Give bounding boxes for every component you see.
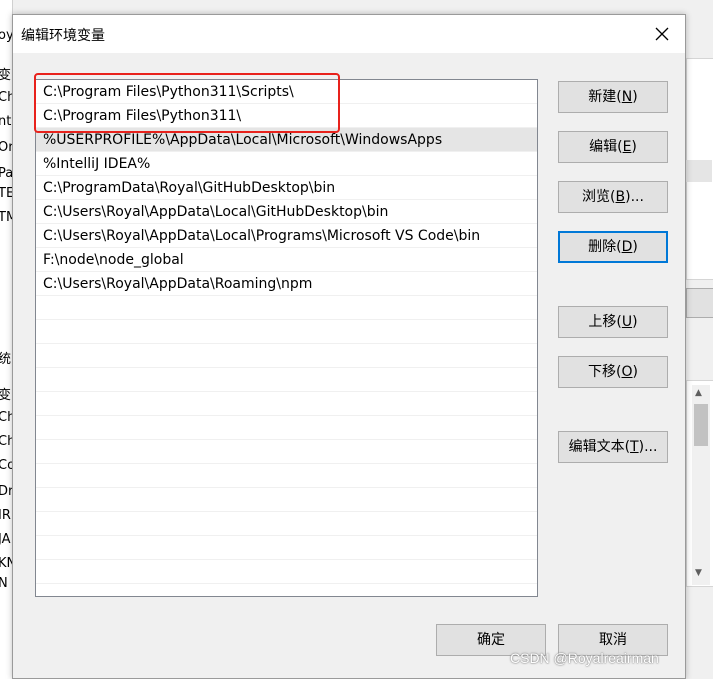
browse-button-label: 浏览( <box>582 189 616 205</box>
path-list-empty-row <box>36 440 537 464</box>
edit-button[interactable]: 编辑(E) <box>558 131 668 163</box>
edit-button-label: 编辑( <box>589 139 623 155</box>
path-list-item[interactable]: C:\ProgramData\Royal\GitHubDesktop\bin <box>36 176 537 200</box>
path-list-empty-row <box>36 296 537 320</box>
new-button-label: 新建( <box>588 89 622 105</box>
close-icon <box>655 27 669 41</box>
edit-env-var-dialog: 编辑环境变量 C:\Program Files\Python311\Script… <box>12 14 686 679</box>
path-list-item[interactable]: C:\Program Files\Python311\ <box>36 104 537 128</box>
path-list-item[interactable]: C:\Users\Royal\AppData\Roaming\npm <box>36 272 537 296</box>
move-down-button-label-end: ) <box>632 364 638 380</box>
background-text-fragment: N <box>0 576 8 591</box>
path-list-empty-row <box>36 320 537 344</box>
delete-button-label: 删除( <box>588 239 622 255</box>
move-up-button-label: 上移( <box>588 314 622 330</box>
move-down-button-label: 下移( <box>588 364 622 380</box>
path-list-item[interactable]: %IntelliJ IDEA% <box>36 152 537 176</box>
edit-button-label-end: ) <box>631 139 637 155</box>
browse-button-label-end: )... <box>625 189 644 205</box>
path-list-item[interactable]: %USERPROFILE%\AppData\Local\Microsoft\Wi… <box>36 128 537 152</box>
path-list-empty-row <box>36 464 537 488</box>
edit-text-button-accesskey: T <box>630 439 639 455</box>
path-list-empty-row <box>36 512 537 536</box>
new-button-accesskey: N <box>621 89 633 105</box>
delete-button[interactable]: 删除(D) <box>558 231 668 263</box>
path-list-empty-row <box>36 560 537 584</box>
path-list-empty-row <box>36 368 537 392</box>
path-list-item[interactable]: C:\Program Files\Python311\Scripts\ <box>36 80 537 104</box>
scroll-down-arrow-icon: ▼ <box>695 568 702 578</box>
move-up-button-accesskey: U <box>621 314 633 330</box>
background-text-fragment: 统 <box>0 348 11 367</box>
edit-text-button-label: 编辑文本( <box>568 439 631 455</box>
scroll-up-arrow-icon: ▲ <box>695 388 702 398</box>
delete-button-accesskey: D <box>621 239 633 255</box>
title-bar: 编辑环境变量 <box>13 15 685 53</box>
background-scroll-thumb <box>694 404 708 446</box>
path-list-empty-row <box>36 392 537 416</box>
background-text-fragment: 变 <box>0 384 11 403</box>
move-down-button[interactable]: 下移(O) <box>558 356 668 388</box>
csdn-watermark: CSDN @Royalreairman <box>510 650 659 666</box>
background-text-fragment: IR <box>0 508 11 523</box>
browse-button-accesskey: B <box>615 189 626 205</box>
path-list-empty-row <box>36 344 537 368</box>
move-up-button-label-end: ) <box>632 314 638 330</box>
background-text-fragment: nt <box>0 114 12 129</box>
dialog-title: 编辑环境变量 <box>21 28 105 44</box>
background-button <box>686 288 713 318</box>
background-window-right: ▲ ▼ <box>686 0 713 679</box>
path-list-item[interactable]: F:\node\node_global <box>36 248 537 272</box>
edit-text-button[interactable]: 编辑文本(T)... <box>558 431 668 463</box>
move-up-button[interactable]: 上移(U) <box>558 306 668 338</box>
path-list-empty-row <box>36 488 537 512</box>
delete-button-label-end: ) <box>632 239 638 255</box>
new-button-label-end: ) <box>632 89 638 105</box>
close-button[interactable] <box>639 15 685 53</box>
background-text-fragment: JA <box>0 532 11 547</box>
background-text-fragment: 变 <box>0 64 11 83</box>
path-list-item[interactable]: C:\Users\Royal\AppData\Local\Programs\Mi… <box>36 224 537 248</box>
new-button[interactable]: 新建(N) <box>558 81 668 113</box>
browse-button[interactable]: 浏览(B)... <box>558 181 668 213</box>
path-list-empty-row <box>36 536 537 560</box>
path-list-item[interactable]: C:\Users\Royal\AppData\Local\GitHubDeskt… <box>36 200 537 224</box>
move-down-button-accesskey: O <box>621 364 633 380</box>
edit-text-button-label-end: )... <box>638 439 658 455</box>
path-list[interactable]: C:\Program Files\Python311\Scripts\ C:\Pr… <box>35 79 538 597</box>
path-list-empty-row <box>36 416 537 440</box>
background-selected-row <box>686 160 712 182</box>
